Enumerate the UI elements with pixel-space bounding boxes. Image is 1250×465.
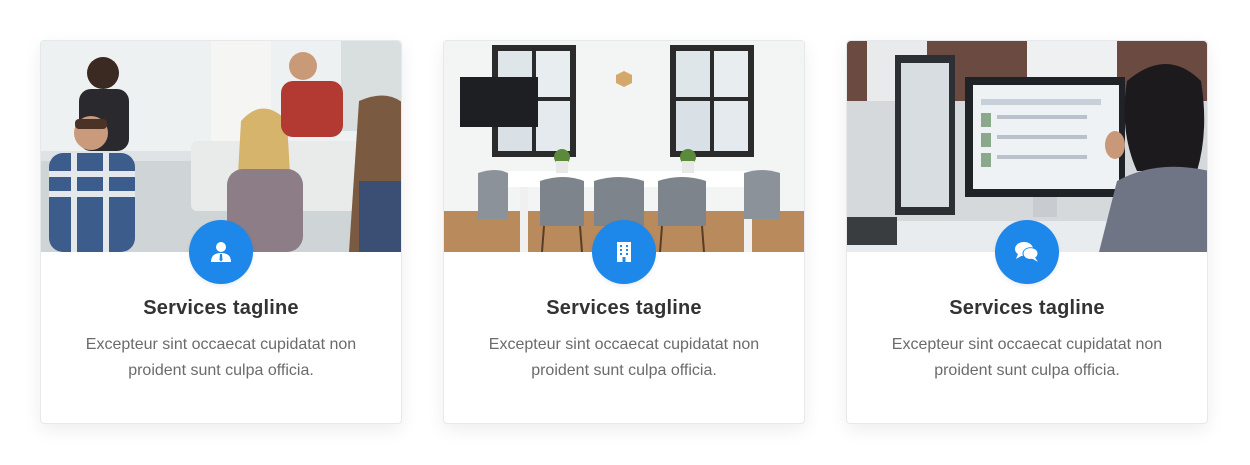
card-description: Excepteur sint occaecat cupidatat non pr… bbox=[891, 336, 1163, 379]
service-card: Services tagline Excepteur sint occaecat… bbox=[443, 40, 805, 424]
card-description: Excepteur sint occaecat cupidatat non pr… bbox=[488, 336, 760, 379]
card-title: Services tagline bbox=[949, 297, 1105, 319]
card-title: Services tagline bbox=[143, 297, 299, 319]
card-title: Services tagline bbox=[546, 297, 702, 319]
services-section: Services tagline Excepteur sint occaecat… bbox=[0, 0, 1250, 465]
chat-icon bbox=[1015, 242, 1039, 262]
service-icon-badge bbox=[189, 220, 253, 284]
service-icon-badge bbox=[995, 220, 1059, 284]
card-description: Excepteur sint occaecat cupidatat non pr… bbox=[85, 336, 357, 379]
service-card: Services tagline Excepteur sint occaecat… bbox=[846, 40, 1208, 424]
service-card: Services tagline Excepteur sint occaecat… bbox=[40, 40, 402, 424]
service-icon-badge bbox=[592, 220, 656, 284]
user-icon bbox=[211, 242, 231, 262]
building-icon bbox=[617, 242, 631, 262]
